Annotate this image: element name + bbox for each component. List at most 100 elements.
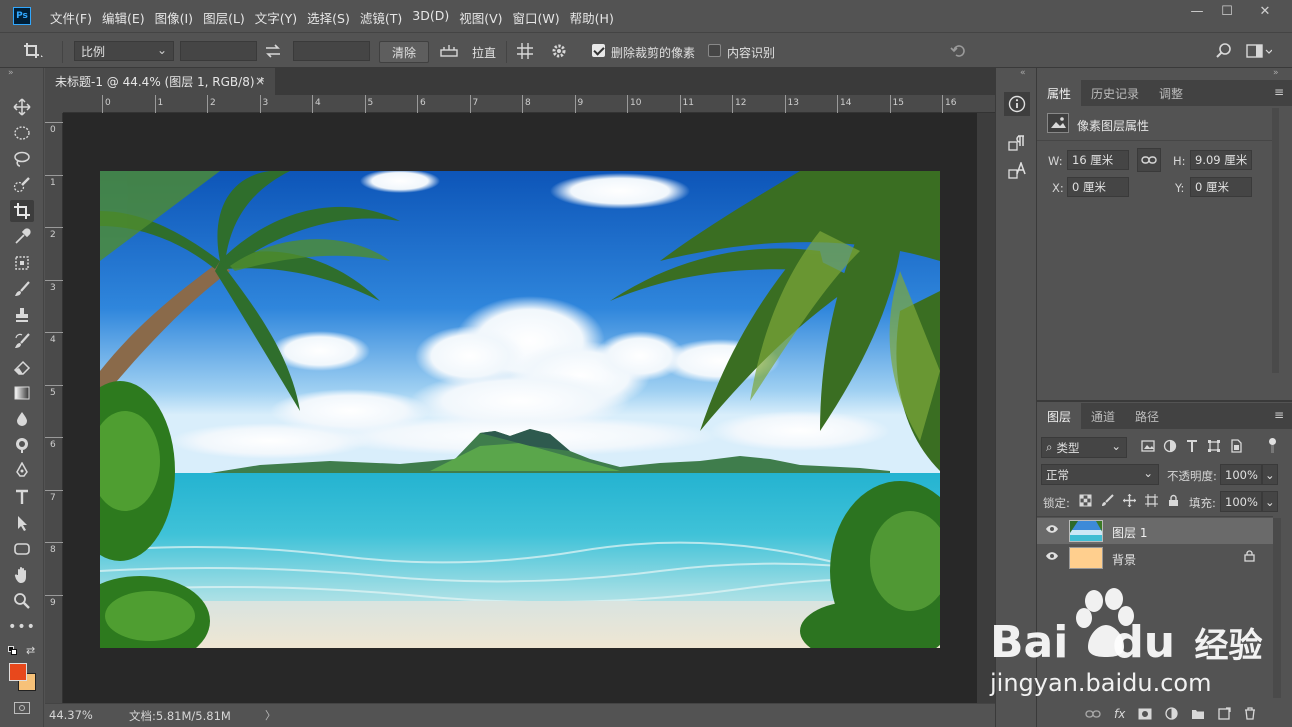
- gradient-tool-icon[interactable]: [10, 382, 34, 404]
- character-panel-icon[interactable]: [1008, 160, 1026, 183]
- crop-height-input[interactable]: [293, 41, 370, 61]
- layer-row-background[interactable]: 背景: [1037, 545, 1273, 571]
- gear-icon[interactable]: [550, 33, 574, 69]
- y-field[interactable]: 0 厘米: [1190, 177, 1252, 197]
- fx-icon[interactable]: fx: [1114, 707, 1125, 721]
- stamp-tool-icon[interactable]: [10, 304, 34, 326]
- delete-cropped-label[interactable]: 删除裁剪的像素: [611, 44, 695, 61]
- marquee-tool-icon[interactable]: [10, 122, 34, 144]
- filter-toggle-icon[interactable]: [1269, 438, 1277, 454]
- paragraph-panel-icon[interactable]: [1008, 134, 1026, 155]
- foreground-color-swatch[interactable]: [9, 663, 27, 681]
- link-icon[interactable]: [1137, 148, 1161, 172]
- group-folder-icon[interactable]: [1191, 708, 1205, 720]
- quick-selection-tool-icon[interactable]: [10, 174, 34, 196]
- more-tools-icon[interactable]: •••: [8, 616, 35, 638]
- filter-shape-icon[interactable]: [1207, 439, 1221, 453]
- shape-tool-icon[interactable]: [10, 538, 34, 560]
- fill-field[interactable]: 100%: [1220, 491, 1262, 512]
- link-layers-icon[interactable]: [1085, 709, 1101, 719]
- vertical-scrollbar[interactable]: [977, 113, 995, 703]
- layers-menu-icon[interactable]: ≡: [1274, 408, 1284, 422]
- hand-tool-icon[interactable]: [10, 564, 34, 586]
- layer-row-layer1[interactable]: 图层 1: [1037, 518, 1273, 544]
- lock-artboard-icon[interactable]: [1145, 494, 1158, 507]
- straighten-label[interactable]: 拉直: [472, 44, 496, 61]
- dodge-tool-icon[interactable]: [10, 434, 34, 456]
- tab-paths[interactable]: 路径: [1125, 403, 1169, 429]
- zoom-tool-icon[interactable]: [10, 590, 34, 612]
- lock-pixels-icon[interactable]: [1101, 494, 1114, 507]
- reset-icon[interactable]: [950, 33, 972, 69]
- add-mask-icon[interactable]: [1138, 708, 1152, 720]
- maximize-button[interactable]: ☐: [1212, 0, 1242, 22]
- clear-button[interactable]: 清除: [379, 41, 429, 63]
- eyedropper-tool-icon[interactable]: [10, 226, 34, 248]
- content-aware-checkbox[interactable]: [708, 44, 721, 57]
- layer-filter-select[interactable]: ⌕ 类型 ⌄: [1041, 437, 1127, 458]
- straighten-icon[interactable]: [440, 33, 462, 69]
- filter-adjustment-icon[interactable]: [1163, 439, 1177, 453]
- filter-type-icon[interactable]: [1185, 439, 1199, 453]
- eye-icon[interactable]: [1045, 550, 1059, 564]
- properties-scrollbar[interactable]: [1272, 108, 1279, 373]
- collapse-dock-icon[interactable]: «: [1020, 68, 1026, 78]
- expand-panels-icon[interactable]: »: [1273, 68, 1279, 78]
- menu-view[interactable]: 视图(V): [459, 8, 502, 27]
- crop-width-input[interactable]: [180, 41, 257, 61]
- minimize-button[interactable]: —: [1182, 0, 1212, 22]
- canvas-image[interactable]: [100, 171, 940, 648]
- content-aware-label[interactable]: 内容识别: [727, 44, 775, 61]
- quick-mask-icon[interactable]: [14, 702, 30, 714]
- swap-dimensions-icon[interactable]: [264, 33, 284, 69]
- menu-window[interactable]: 窗口(W): [513, 8, 560, 27]
- menu-edit[interactable]: 编辑(E): [102, 8, 145, 27]
- tab-layers[interactable]: 图层: [1037, 403, 1082, 429]
- menu-3d[interactable]: 3D(D): [412, 8, 449, 27]
- ratio-select[interactable]: 比例 ⌄: [74, 41, 174, 61]
- close-button[interactable]: ✕: [1250, 0, 1280, 22]
- document-tab[interactable]: 未标题-1 @ 44.4% (图层 1, RGB/8) * ×: [45, 68, 275, 95]
- x-field[interactable]: 0 厘米: [1067, 177, 1129, 197]
- menu-file[interactable]: 文件(F): [50, 8, 92, 27]
- zoom-level[interactable]: 44.37%: [49, 708, 93, 722]
- menu-filter[interactable]: 滤镜(T): [360, 8, 402, 27]
- info-panel-icon[interactable]: [1004, 92, 1030, 116]
- eye-icon[interactable]: [1045, 523, 1059, 537]
- eraser-tool-icon[interactable]: [10, 356, 34, 378]
- menu-image[interactable]: 图像(I): [155, 8, 193, 27]
- lasso-tool-icon[interactable]: [10, 148, 34, 170]
- opacity-dropdown[interactable]: ⌄: [1262, 464, 1278, 485]
- path-selection-tool-icon[interactable]: [10, 512, 34, 534]
- history-brush-tool-icon[interactable]: [10, 330, 34, 352]
- height-field[interactable]: 9.09 厘米: [1190, 150, 1252, 170]
- menu-help[interactable]: 帮助(H): [570, 8, 614, 27]
- crop-tool-preset-icon[interactable]: [22, 33, 52, 69]
- pen-tool-icon[interactable]: [10, 460, 34, 482]
- tab-properties[interactable]: 属性: [1037, 80, 1082, 106]
- tab-adjustments[interactable]: 调整: [1149, 80, 1193, 106]
- tab-channels[interactable]: 通道: [1081, 403, 1125, 429]
- blend-mode-select[interactable]: 正常 ⌄: [1041, 464, 1159, 485]
- menu-type[interactable]: 文字(Y): [255, 8, 297, 27]
- adjustment-layer-icon[interactable]: [1165, 707, 1178, 720]
- status-menu-icon[interactable]: 〉: [265, 707, 276, 723]
- healing-brush-tool-icon[interactable]: [10, 252, 34, 274]
- type-tool-icon[interactable]: [10, 486, 34, 508]
- filter-smart-object-icon[interactable]: [1229, 439, 1243, 453]
- tab-history[interactable]: 历史记录: [1081, 80, 1149, 106]
- lock-transparent-icon[interactable]: [1079, 494, 1092, 507]
- swap-colors-icon[interactable]: ⇄: [26, 644, 35, 657]
- lock-position-icon[interactable]: [1123, 494, 1136, 507]
- close-tab-icon[interactable]: ×: [255, 74, 265, 88]
- fill-dropdown[interactable]: ⌄: [1262, 491, 1278, 512]
- crop-tool-icon[interactable]: [10, 200, 34, 222]
- width-field[interactable]: 16 厘米: [1067, 150, 1129, 170]
- filter-pixel-icon[interactable]: [1141, 439, 1155, 453]
- move-tool-icon[interactable]: [10, 96, 34, 118]
- collapse-toolbox-icon[interactable]: »: [8, 68, 14, 78]
- blur-tool-icon[interactable]: [10, 408, 34, 430]
- brush-tool-icon[interactable]: [10, 278, 34, 300]
- workspace-icon[interactable]: [1246, 33, 1276, 69]
- menu-layer[interactable]: 图层(L): [203, 8, 245, 27]
